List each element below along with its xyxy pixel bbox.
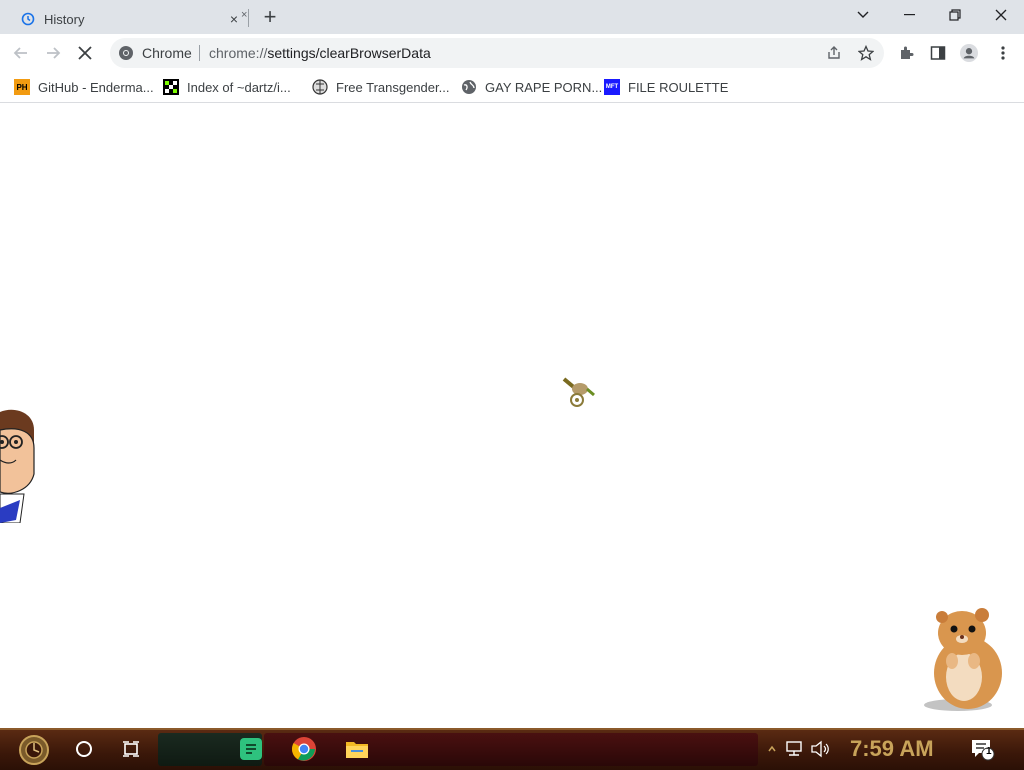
bookmark-gay-rape-porn[interactable]: GAY RAPE PORN... [461,77,602,97]
chrome-taskbar-icon[interactable] [290,735,318,763]
url-text[interactable]: chrome://settings/clearBrowserData [209,45,431,61]
globe-icon [461,79,477,95]
puzzle-globe-icon [312,79,328,95]
tab-title: History [44,11,85,27]
close-window-button[interactable] [978,0,1024,30]
network-icon[interactable] [782,735,806,763]
share-icon[interactable] [826,45,842,61]
stop-loading-button[interactable] [70,38,100,68]
notification-center-icon[interactable]: 1 [968,735,996,763]
cortana-search-icon[interactable] [70,735,98,763]
bookmark-label: GitHub - Enderma... [38,79,154,95]
history-icon [20,11,36,27]
tab-close-icon[interactable]: × [226,11,242,27]
bookmark-label: Index of ~dartz/i... [187,79,291,95]
notes-app-icon[interactable] [237,735,265,763]
page-content [0,103,1024,728]
ph-icon: PH [14,79,30,95]
volume-icon[interactable] [808,735,832,763]
chrome-logo-icon [118,45,134,61]
bookmark-github[interactable]: PH GitHub - Enderma... [14,77,154,97]
bookmark-star-icon[interactable] [857,44,875,61]
tab-search-icon[interactable] [840,0,886,30]
forward-button[interactable] [38,38,68,68]
bookmark-label: Free Transgender... [336,79,450,95]
bookmarks-bar: PH GitHub - Enderma... Index of ~dartz/i… [0,72,1024,103]
bookmark-file-roulette[interactable]: MFT FILE ROULETTE [604,77,728,97]
file-explorer-icon[interactable] [343,735,371,763]
taskbar-apps-area [264,733,758,766]
address-bar[interactable]: Chrome chrome://settings/clearBrowserDat… [110,38,884,68]
cartoon-man-sprite [0,409,35,523]
kebab-menu-icon[interactable] [994,44,1012,62]
start-button[interactable] [10,732,58,768]
show-hidden-icons-chevron[interactable] [766,735,778,763]
back-button[interactable] [6,38,36,68]
bookmark-label: GAY RAPE PORN... [485,79,603,95]
bookmark-index-dartz[interactable]: Index of ~dartz/i... [163,77,291,97]
extensions-icon[interactable] [897,44,915,62]
notification-count: 1 [986,746,992,757]
checker-icon [163,79,179,95]
mft-icon: MFT [604,79,620,95]
taskbar-clock[interactable]: 7:59 AM [850,736,934,762]
side-panel-icon[interactable] [929,44,947,62]
minimize-button[interactable] [886,0,932,30]
taskbar: 7:59 AM 1 [0,728,1024,770]
site-chip-label: Chrome [142,45,192,61]
url-scheme: chrome:// [209,45,268,61]
browser-toolbar: Chrome chrome://settings/clearBrowserDat… [0,34,1024,72]
restore-button[interactable] [932,0,978,30]
omnibox-divider [199,45,200,61]
tab-divider [248,9,249,27]
tab-strip: History × × + [0,0,1024,34]
task-view-icon[interactable] [117,735,145,763]
bookmark-free-transgender[interactable]: Free Transgender... [312,77,449,97]
bookmark-label: FILE ROULETTE [628,79,729,95]
new-tab-button[interactable]: + [258,4,282,29]
tab-history[interactable]: History × [8,4,250,34]
profile-avatar-icon[interactable] [960,44,978,62]
hamster-sprite [924,608,1002,711]
url-path: settings/clearBrowserData [267,45,431,61]
flying-bug-sprite [562,377,595,407]
second-tab-close-icon[interactable]: × [241,9,247,21]
